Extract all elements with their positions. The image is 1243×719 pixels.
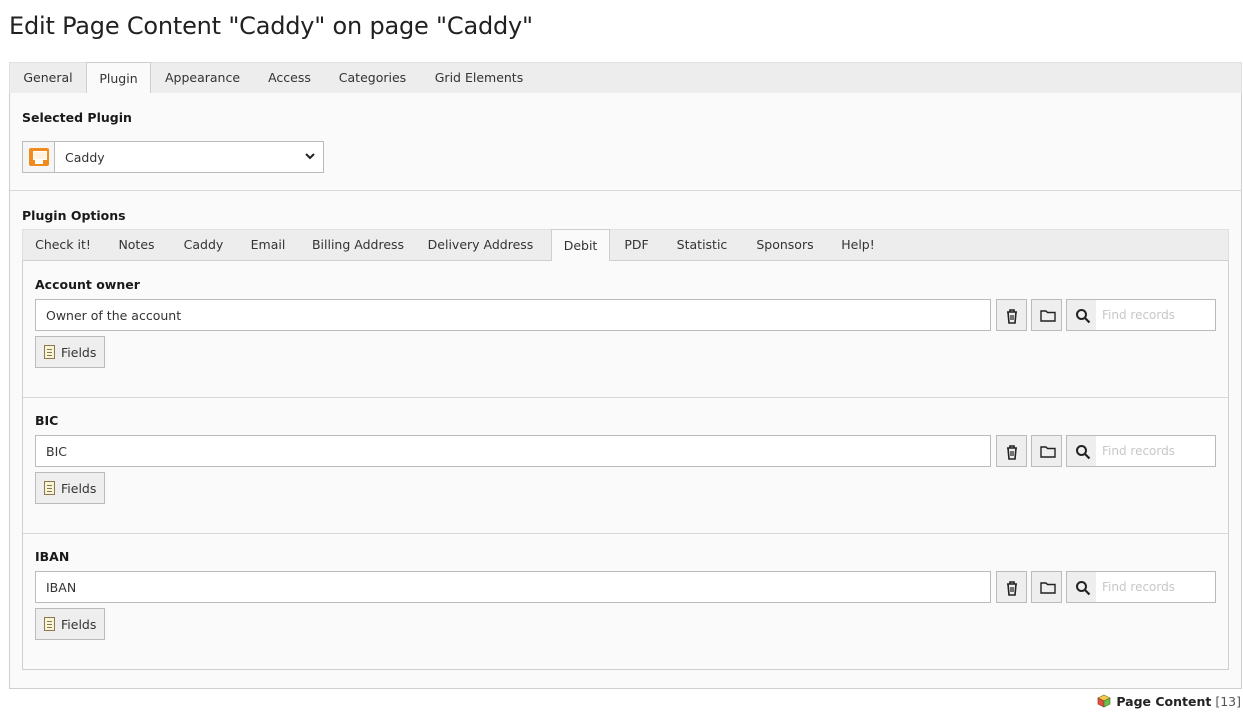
tab-plugin[interactable]: Plugin bbox=[86, 62, 151, 95]
document-icon bbox=[44, 617, 55, 631]
tab-statistic[interactable]: Statistic bbox=[663, 229, 741, 261]
fields-button[interactable]: Fields bbox=[35, 336, 105, 368]
debit-panel: Account owner Fields BIC bbox=[22, 261, 1229, 670]
tab-grid-elements[interactable]: Grid Elements bbox=[420, 62, 538, 94]
find-records-input[interactable] bbox=[1096, 299, 1216, 331]
fields-button-label: Fields bbox=[61, 617, 97, 632]
find-records-input[interactable] bbox=[1096, 435, 1216, 467]
tab-appearance[interactable]: Appearance bbox=[151, 62, 254, 94]
browse-button[interactable] bbox=[1031, 299, 1062, 331]
main-tab-bar: General Plugin Appearance Access Categor… bbox=[9, 62, 1242, 95]
fields-button-label: Fields bbox=[61, 345, 97, 360]
tab-notes[interactable]: Notes bbox=[103, 229, 170, 261]
tab-debit[interactable]: Debit bbox=[551, 229, 610, 262]
field-account-owner: Account owner Fields bbox=[23, 261, 1228, 397]
plugin-icon-box bbox=[23, 142, 55, 172]
search-button[interactable] bbox=[1066, 435, 1097, 467]
selected-plugin-label: Selected Plugin bbox=[22, 110, 132, 125]
field-label: Account owner bbox=[35, 277, 140, 292]
field-bic: BIC Fields bbox=[23, 397, 1228, 533]
plugin-select-value: Caddy bbox=[65, 150, 105, 165]
field-label: IBAN bbox=[35, 549, 70, 564]
record-footer: Page Content [13] bbox=[1097, 694, 1241, 711]
caddy-plugin-icon bbox=[29, 148, 49, 166]
plugin-options-label: Plugin Options bbox=[22, 208, 126, 223]
document-icon bbox=[44, 345, 55, 359]
browse-button[interactable] bbox=[1031, 571, 1062, 603]
tab-categories[interactable]: Categories bbox=[325, 62, 420, 94]
tab-pdf[interactable]: PDF bbox=[610, 229, 663, 261]
tab-delivery-address[interactable]: Delivery Address bbox=[417, 229, 544, 261]
account-owner-input[interactable] bbox=[35, 299, 991, 331]
fields-button[interactable]: Fields bbox=[35, 608, 105, 640]
record-id: [13] bbox=[1215, 694, 1241, 709]
tab-help[interactable]: Help! bbox=[829, 229, 887, 261]
tab-access[interactable]: Access bbox=[254, 62, 325, 94]
delete-button[interactable] bbox=[996, 435, 1027, 467]
field-iban: IBAN Fields bbox=[23, 533, 1228, 669]
find-records-input[interactable] bbox=[1096, 571, 1216, 603]
iban-input[interactable] bbox=[35, 571, 991, 603]
document-icon bbox=[44, 481, 55, 495]
tab-billing-address[interactable]: Billing Address bbox=[299, 229, 417, 261]
section-divider bbox=[10, 190, 1241, 191]
tab-sponsors[interactable]: Sponsors bbox=[741, 229, 829, 261]
tab-email[interactable]: Email bbox=[237, 229, 299, 261]
delete-button[interactable] bbox=[996, 571, 1027, 603]
chevron-down-icon bbox=[305, 150, 315, 165]
page-title: Edit Page Content "Caddy" on page "Caddy… bbox=[9, 12, 533, 40]
plugin-options-tab-bar: Check it! Notes Caddy Email Billing Addr… bbox=[22, 229, 1229, 262]
delete-button[interactable] bbox=[996, 299, 1027, 331]
cube-icon bbox=[1097, 694, 1111, 711]
fields-button-label: Fields bbox=[61, 481, 97, 496]
fields-button[interactable]: Fields bbox=[35, 472, 105, 504]
bic-input[interactable] bbox=[35, 435, 991, 467]
tab-check-it[interactable]: Check it! bbox=[23, 229, 103, 261]
tab-general[interactable]: General bbox=[10, 62, 86, 94]
field-label: BIC bbox=[35, 413, 59, 428]
record-type-label: Page Content bbox=[1116, 694, 1212, 709]
search-button[interactable] bbox=[1066, 299, 1097, 331]
search-button[interactable] bbox=[1066, 571, 1097, 603]
plugin-select[interactable]: Caddy bbox=[22, 141, 324, 173]
browse-button[interactable] bbox=[1031, 435, 1062, 467]
tab-caddy[interactable]: Caddy bbox=[170, 229, 237, 261]
